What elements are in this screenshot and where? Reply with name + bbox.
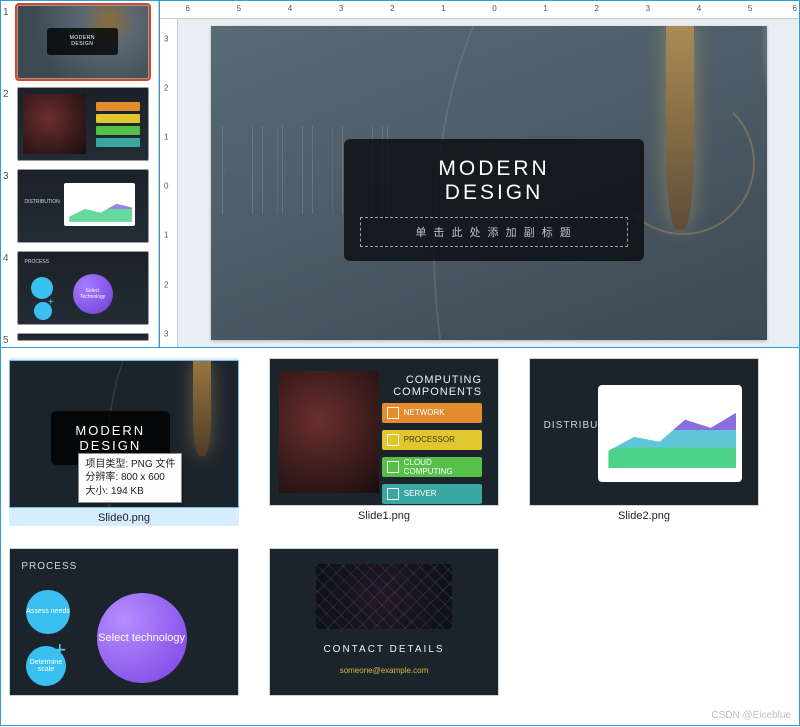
- bubble-assess: Assess needs: [26, 590, 70, 634]
- tooltip-line: 大小: 194 KB: [85, 485, 175, 499]
- contact-heading: CONTACT DETAILS: [270, 644, 498, 655]
- slide-thumb-4[interactable]: 4 PROCESS + Select Technology: [1, 247, 158, 329]
- file-name: Slide1.png: [358, 510, 410, 522]
- area-chart-graphic: [64, 183, 136, 226]
- main-slide[interactable]: MODERN DESIGN 单 击 此 处 添 加 副 标 题: [211, 26, 767, 340]
- file-item-slide4[interactable]: CONTACT DETAILS someone@example.com: [269, 548, 499, 696]
- slide-number: 2: [3, 87, 17, 161]
- horizontal-ruler: 6 5 4 3 2 1 0 1 2 3 4 5 6: [160, 1, 799, 19]
- file-name: Slide0.png: [98, 512, 150, 524]
- bubble-label: Select Technology: [73, 274, 113, 314]
- slide-preview[interactable]: MODERNDESIGN: [17, 5, 149, 79]
- slide-number: 1: [3, 5, 17, 79]
- subtitle-placeholder[interactable]: 单 击 此 处 添 加 副 标 题: [360, 217, 628, 247]
- file-thumbnail[interactable]: PROCESS Assess needs + Determine scale S…: [9, 548, 239, 696]
- tooltip-line: 分辨率: 800 x 600: [85, 471, 175, 485]
- bubble-graphic: [34, 302, 52, 320]
- file-thumbnail[interactable]: CONTACT DETAILS someone@example.com: [269, 548, 499, 696]
- slide-title-text: MODERNDESIGN: [47, 28, 119, 55]
- slide-thumb-5[interactable]: 5: [1, 329, 158, 347]
- slide-number: 5: [3, 333, 17, 346]
- tag-network: NETWORK: [382, 403, 482, 423]
- slide-preview[interactable]: [17, 333, 149, 341]
- bubble-scale: Determine scale: [26, 646, 66, 686]
- slide-number: 3: [3, 169, 17, 243]
- title-line1: MODERN: [356, 157, 632, 181]
- powerpoint-editor: 1 MODERNDESIGN 2 3 DISTRIBUTION 4: [0, 0, 800, 348]
- tag-list: [96, 102, 140, 147]
- tag-server: SERVER: [382, 484, 482, 504]
- file-thumbnail[interactable]: DISTRIBUTION: [529, 358, 759, 506]
- tag-processor: PROCESSOR: [382, 430, 482, 450]
- file-thumbnail[interactable]: COMPUTINGCOMPONENTS NETWORK PROCESSOR CL…: [269, 358, 499, 506]
- bubble-select: Select technology: [97, 593, 187, 683]
- tooltip-line: 项目类型: PNG 文件: [85, 458, 175, 472]
- components-heading: COMPUTINGCOMPONENTS: [393, 374, 482, 398]
- slide-thumb-3[interactable]: 3 DISTRIBUTION: [1, 165, 158, 247]
- slide-preview[interactable]: PROCESS + Select Technology: [17, 251, 149, 325]
- file-item-slide3[interactable]: PROCESS Assess needs + Determine scale S…: [9, 548, 239, 696]
- vertical-ruler: 3 2 1 0 1 2 3: [160, 19, 178, 347]
- tag-cloud: CLOUD COMPUTING: [382, 457, 482, 477]
- slide-preview[interactable]: DISTRIBUTION: [17, 169, 149, 243]
- file-thumbnail[interactable]: MODERNDESIGN 项目类型: PNG 文件 分辨率: 800 x 600…: [9, 360, 239, 508]
- watermark-text: CSDN @Eiceblue: [711, 710, 791, 721]
- title-line2: DESIGN: [356, 181, 632, 205]
- lightbulb-graphic: [666, 26, 694, 230]
- slide-thumb-2[interactable]: 2: [1, 83, 158, 165]
- slide-canvas-area[interactable]: MODERN DESIGN 单 击 此 处 添 加 副 标 题: [178, 19, 799, 347]
- distribution-label: DISTRIBUTION: [25, 199, 60, 205]
- circuit-graphic: [279, 371, 379, 494]
- tag-list: NETWORK PROCESSOR CLOUD COMPUTING SERVER: [382, 403, 482, 504]
- file-item-slide2[interactable]: DISTRIBUTION Slide2.png: [529, 358, 759, 522]
- area-chart-graphic: [598, 385, 742, 481]
- slide-number: 4: [3, 251, 17, 325]
- file-item-slide1[interactable]: COMPUTINGCOMPONENTS NETWORK PROCESSOR CL…: [269, 358, 499, 522]
- contact-email: someone@example.com: [270, 666, 498, 675]
- process-label: PROCESS: [25, 259, 49, 265]
- circuit-graphic: [23, 94, 85, 154]
- file-item-slide0[interactable]: MODERNDESIGN 项目类型: PNG 文件 分辨率: 800 x 600…: [9, 358, 239, 526]
- network-graphic: [316, 564, 453, 630]
- slide-editor: 6 5 4 3 2 1 0 1 2 3 4 5 6 3 2 1 0 1 2 3: [159, 1, 799, 347]
- slide-preview[interactable]: [17, 87, 149, 161]
- title-placeholder[interactable]: MODERN DESIGN 单 击 此 处 添 加 副 标 题: [344, 139, 644, 261]
- slide-thumb-1[interactable]: 1 MODERNDESIGN: [1, 1, 158, 83]
- file-tooltip: 项目类型: PNG 文件 分辨率: 800 x 600 大小: 194 KB: [78, 453, 182, 504]
- process-label: PROCESS: [21, 561, 77, 572]
- file-explorer[interactable]: MODERNDESIGN 项目类型: PNG 文件 分辨率: 800 x 600…: [0, 348, 800, 726]
- file-name: Slide2.png: [618, 510, 670, 522]
- lightbulb-graphic: [193, 361, 211, 456]
- slide-thumbnail-panel[interactable]: 1 MODERNDESIGN 2 3 DISTRIBUTION 4: [1, 1, 159, 347]
